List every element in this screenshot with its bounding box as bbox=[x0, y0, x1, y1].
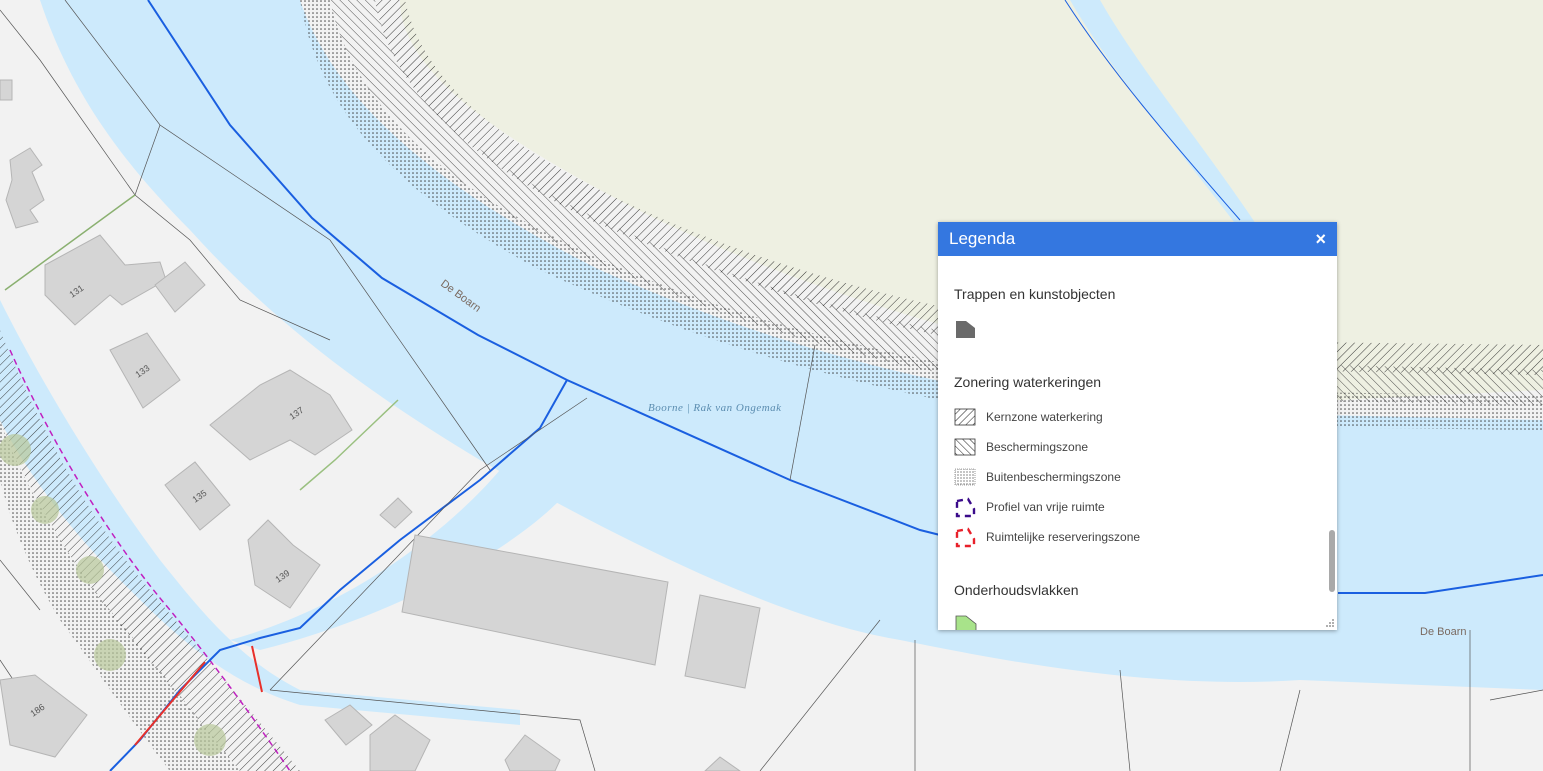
legend-body[interactable]: Trappen en kunstobjecten Zonering waterk… bbox=[938, 256, 1327, 630]
close-icon[interactable]: × bbox=[1315, 230, 1326, 248]
legend-scrollbar[interactable] bbox=[1329, 262, 1335, 622]
red-dashed-icon bbox=[955, 527, 976, 548]
maintenance-area-icon bbox=[955, 615, 977, 630]
legend-item-label: Buitenbeschermingszone bbox=[986, 470, 1121, 484]
legend-section-title: Zonering waterkeringen bbox=[954, 374, 1102, 390]
legend-item-buitenbeschermingszone: Buitenbeschermingszone bbox=[954, 462, 1311, 492]
legend-item-label: Kernzone waterkering bbox=[986, 410, 1103, 424]
legend-section-title: Trappen en kunstobjecten bbox=[954, 286, 1116, 302]
legend-header[interactable]: Legenda × bbox=[938, 222, 1337, 256]
legend-item-kernzone: Kernzone waterkering bbox=[954, 402, 1311, 432]
legend-item-beschermingszone: Beschermingszone bbox=[954, 432, 1311, 462]
river-label-lower: De Boarn bbox=[1420, 626, 1466, 638]
water-name-label: Boorne | Rak van Ongemak bbox=[648, 402, 782, 414]
legend-item-onderhoudsvlakken bbox=[954, 610, 1311, 630]
legend-item-label: Ruimtelijke reserveringszone bbox=[986, 530, 1141, 544]
hatch-back-icon bbox=[954, 438, 976, 456]
legend-item-profiel-vrije-ruimte: Profiel van vrije ruimte bbox=[954, 492, 1311, 522]
hatch-forward-icon bbox=[954, 408, 976, 426]
legend-panel[interactable]: Legenda × Trappen en kunstobjecten Zoner… bbox=[938, 222, 1337, 630]
legend-item-label: Beschermingszone bbox=[986, 440, 1089, 454]
trappen-symbol-icon bbox=[956, 321, 975, 338]
legend-item-ruimtelijke-reservering: Ruimtelijke reserveringszone bbox=[954, 522, 1311, 552]
purple-dashed-icon bbox=[955, 497, 976, 518]
resize-handle-icon[interactable] bbox=[1325, 618, 1335, 628]
legend-scrollbar-thumb[interactable] bbox=[1329, 530, 1335, 592]
legend-item-trappen bbox=[954, 314, 1311, 344]
legend-section-title: Onderhoudsvlakken bbox=[954, 582, 1079, 598]
legend-title: Legenda bbox=[949, 229, 1016, 248]
dots-icon bbox=[954, 468, 976, 486]
legend-item-label: Profiel van vrije ruimte bbox=[986, 500, 1105, 514]
